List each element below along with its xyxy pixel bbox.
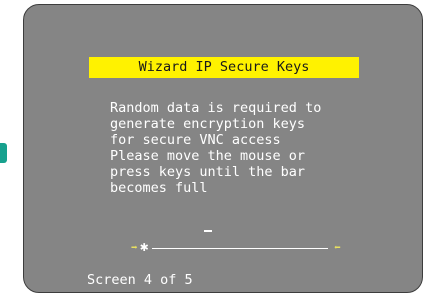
side-tab: [0, 143, 7, 163]
screen-counter: Screen 4 of 5: [87, 272, 193, 288]
entropy-progress-bar: [152, 248, 328, 249]
progress-marker-icon: ✱: [140, 239, 149, 255]
message-line: Random data is required to: [110, 100, 322, 116]
message-line: generate encryption keys: [110, 116, 306, 132]
dialog-title: Wizard IP Secure Keys: [89, 57, 359, 78]
message-line: for secure VNC access: [110, 132, 281, 148]
arrow-right-icon: ➡: [131, 241, 138, 254]
message-line: press keys until the bar: [110, 164, 306, 180]
arrow-left-icon: ⬅: [334, 241, 341, 254]
text-cursor: [204, 230, 212, 232]
message-line: Please move the mouse or: [110, 148, 306, 164]
message-text: Random data is required to generate encr…: [110, 100, 321, 196]
message-line: becomes full: [110, 180, 208, 196]
osd-screen: Wizard IP Secure Keys Random data is req…: [23, 4, 423, 293]
